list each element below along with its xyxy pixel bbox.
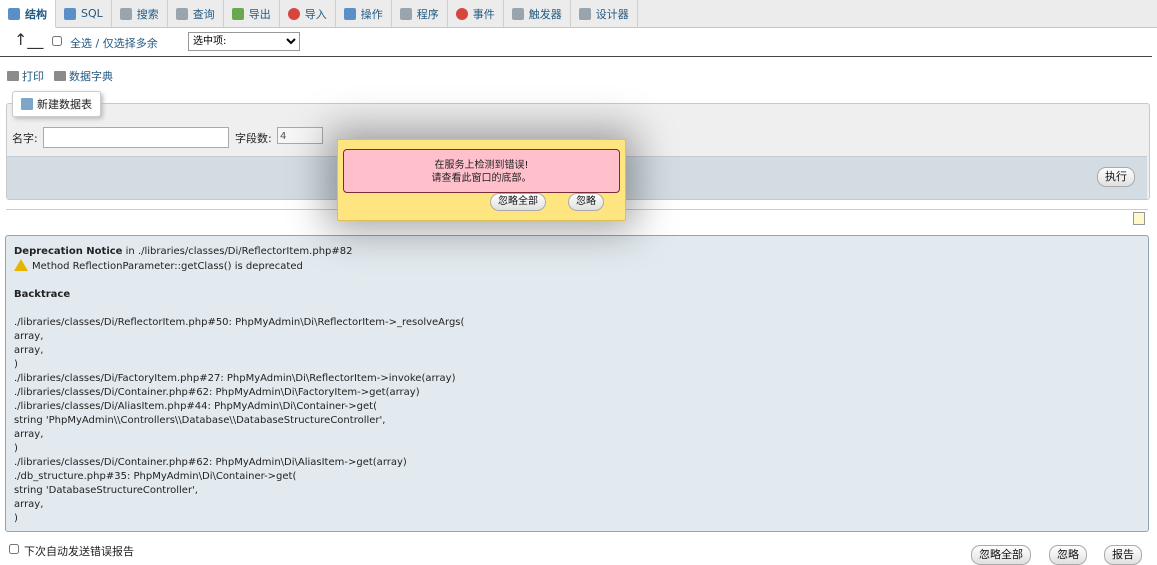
backtrace-list: ./libraries/classes/Di/ReflectorItem.php… [14, 316, 1140, 526]
search-icon [119, 7, 132, 20]
tab-label: 结构 [25, 7, 47, 21]
routines-icon [399, 7, 412, 20]
tab-label: SQL [81, 7, 103, 20]
auto-send-label[interactable]: 下次自动发送错误报告 [24, 543, 134, 559]
tab-search[interactable]: 搜索 [112, 0, 168, 27]
tab-query[interactable]: 查询 [168, 0, 224, 27]
new-table-icon [21, 98, 33, 110]
warning-icon [14, 259, 28, 271]
tab-sql[interactable]: SQL [56, 0, 112, 27]
backtrace-line: ./libraries/classes/Di/Container.php#62:… [14, 387, 420, 398]
notice-message: Method ReflectionParameter::getClass() i… [32, 261, 303, 272]
backtrace-line: ./libraries/classes/Di/FactoryItem.php#2… [14, 373, 456, 384]
tab-import[interactable]: 导入 [280, 0, 336, 27]
arrow-up-icon: ↑__ [14, 30, 44, 49]
tab-label: 设计器 [595, 7, 629, 21]
check-all-label[interactable]: 全选 / 仅选择多余 [70, 35, 158, 51]
report-button[interactable]: 报告 [1104, 545, 1142, 565]
tab-label: 搜索 [136, 7, 159, 21]
import-icon [287, 7, 300, 20]
print-link[interactable]: 打印 [7, 68, 44, 84]
backtrace-line: array, [14, 331, 44, 342]
dictionary-icon [54, 71, 66, 81]
ignore-button[interactable]: 忽略 [1049, 545, 1087, 565]
tab-structure[interactable]: 结构 [0, 0, 56, 28]
backtrace-line: string 'DatabaseStructureController', [14, 485, 198, 496]
structure-icon [8, 7, 20, 20]
create-table-legend: 新建数据表 [12, 91, 101, 117]
error-details-panel: Deprecation Notice in ./libraries/classe… [5, 235, 1149, 532]
tab-bar: 结构 SQL 搜索 查询 导出 导入 操作 程序 事件 触发器 设计器 [0, 0, 1157, 28]
wrench-icon [343, 7, 356, 20]
backtrace-line: string 'PhpMyAdmin\\Controllers\\Databas… [14, 415, 386, 426]
tab-label: 事件 [472, 7, 495, 21]
export-icon [231, 7, 244, 20]
notice-location: in ./libraries/classes/Di/ReflectorItem.… [122, 246, 353, 257]
check-all-checkbox[interactable] [52, 36, 62, 46]
popup-ignore-all-button[interactable]: 忽略全部 [490, 193, 546, 211]
designer-icon [578, 7, 591, 20]
tab-label: 操作 [360, 7, 383, 21]
triggers-icon [511, 7, 524, 20]
error-popup-message: 在服务上检测到错误! 请查看此窗口的底部。 [343, 149, 620, 193]
sql-icon [64, 7, 76, 20]
tab-wrench[interactable]: 操作 [336, 0, 392, 27]
field-count-input[interactable]: 4 [277, 127, 323, 144]
tab-label: 导出 [248, 7, 271, 21]
backtrace-title: Backtrace [14, 289, 71, 300]
backtrace-line: ./libraries/classes/Di/AliasItem.php#44:… [14, 401, 377, 412]
with-selected-select[interactable]: 选中项: [188, 32, 300, 51]
table-name-input[interactable] [43, 127, 229, 148]
tab-label: 查询 [192, 7, 215, 21]
auto-send-checkbox[interactable] [9, 544, 19, 554]
tab-label: 程序 [416, 7, 439, 21]
notice-title: Deprecation Notice [14, 246, 123, 257]
tab-label: 导入 [304, 7, 327, 21]
backtrace-line: array, [14, 429, 44, 440]
tab-clock[interactable]: 事件 [448, 0, 504, 27]
print-icon [7, 71, 19, 81]
tab-export[interactable]: 导出 [224, 0, 280, 27]
notice-heading: Deprecation Notice in ./libraries/classe… [14, 245, 1140, 259]
table-name-label: 名字: [12, 132, 38, 145]
query-icon [175, 7, 188, 20]
backtrace-line: ./db_structure.php#35: PhpMyAdmin\Di\Con… [14, 471, 297, 482]
tab-label: 触发器 [528, 7, 562, 21]
data-dictionary-link[interactable]: 数据字典 [54, 68, 113, 84]
backtrace-line: ) [14, 513, 18, 524]
clock-icon [455, 7, 468, 20]
backtrace-line: ./libraries/classes/Di/Container.php#62:… [14, 457, 407, 468]
backtrace-line: array, [14, 345, 44, 356]
tab-designer[interactable]: 设计器 [571, 0, 638, 27]
selection-row: ↑__ 全选 / 仅选择多余 选中项: [0, 28, 1152, 57]
note-icon[interactable] [1133, 212, 1145, 225]
tools-row: 打印 数据字典 [7, 68, 113, 84]
tab-routines[interactable]: 程序 [392, 0, 448, 27]
popup-ignore-button[interactable]: 忽略 [568, 193, 604, 211]
notice-message-line: Method ReflectionParameter::getClass() i… [14, 259, 1140, 274]
field-count-label: 字段数: [235, 132, 272, 145]
ignore-all-button[interactable]: 忽略全部 [971, 545, 1031, 565]
tab-triggers[interactable]: 触发器 [504, 0, 571, 27]
backtrace-line: ) [14, 443, 18, 454]
backtrace-line: ) [14, 359, 18, 370]
backtrace-line: ./libraries/classes/Di/ReflectorItem.php… [14, 317, 465, 328]
backtrace-line: array, [14, 499, 44, 510]
error-popup: 在服务上检测到错误! 请查看此窗口的底部。 忽略全部 忽略 [337, 139, 626, 221]
execute-button[interactable]: 执行 [1097, 167, 1135, 187]
